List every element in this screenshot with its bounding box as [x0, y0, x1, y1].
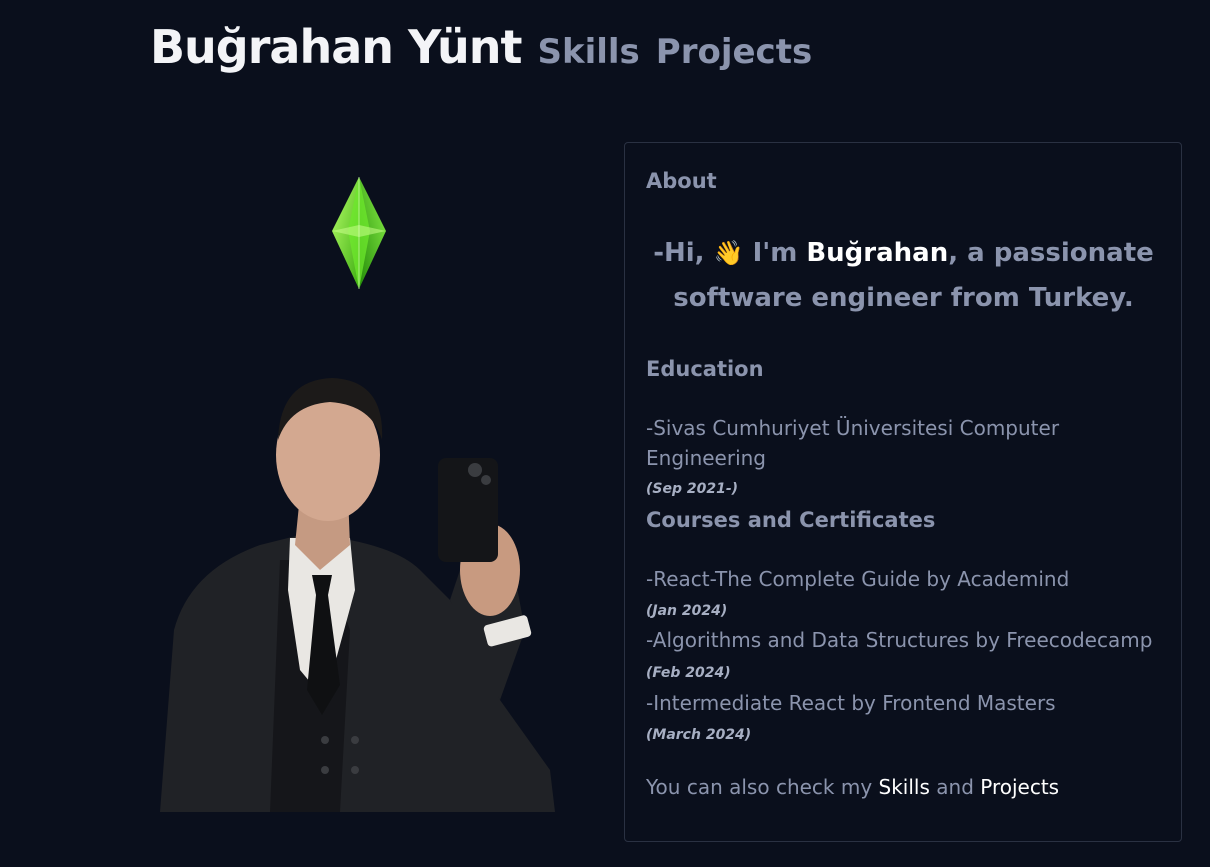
cta-projects-link[interactable]: Projects: [980, 775, 1059, 799]
nav-projects-link[interactable]: Projects: [656, 32, 812, 72]
courses-list: -React-The Complete Guide by Academind (…: [646, 564, 1161, 749]
course-item: -Algorithms and Data Structures by Freec…: [646, 625, 1161, 688]
course-item-date: (March 2024): [646, 727, 752, 743]
course-item-text: -Intermediate React by Frontend Masters: [646, 691, 1056, 715]
course-item: -Intermediate React by Frontend Masters: [646, 688, 1161, 718]
intro-prefix: -Hi,: [653, 238, 714, 268]
courses-title: Courses and Certificates: [646, 508, 936, 532]
education-list: -Sivas Cumhuriyet Üniversitesi Computer …: [646, 413, 1161, 502]
education-item-text: -Sivas Cumhuriyet Üniversitesi Computer …: [646, 416, 1060, 470]
education-item-date: (Sep 2021-): [646, 481, 739, 497]
profile-photo: [160, 378, 555, 812]
about-title: About: [646, 169, 717, 193]
course-item: -React-The Complete Guide by Academind: [646, 564, 1161, 594]
intro-im: I'm: [743, 238, 807, 268]
course-item-date-row: (March 2024): [646, 718, 1161, 749]
course-item-text: -Algorithms and Data Structures by Freec…: [646, 628, 1153, 652]
education-item: -Sivas Cumhuriyet Üniversitesi Computer …: [646, 413, 1161, 473]
cta-and: and: [929, 775, 981, 799]
intro-name: Buğrahan: [806, 238, 949, 268]
cta-text: You can also check my Skills and Project…: [646, 775, 1161, 799]
plumbob-gem-icon: [332, 177, 386, 289]
course-item-text: -React-The Complete Guide by Academind: [646, 567, 1070, 591]
nav-skills-link[interactable]: Skills: [537, 32, 639, 72]
cta-prefix: You can also check my: [646, 775, 879, 799]
cta-skills-link[interactable]: Skills: [879, 775, 930, 799]
education-title: Education: [646, 357, 764, 381]
top-nav: Buğrahan Yünt Skills Projects: [150, 20, 812, 74]
education-item-date-row: (Sep 2021-): [646, 473, 1161, 502]
course-item-date: (Feb 2024): [646, 665, 731, 681]
course-item-date-row: (Jan 2024): [646, 594, 1161, 625]
brand-name[interactable]: Buğrahan Yünt: [150, 20, 522, 74]
about-card: About -Hi, 👋 I'm Buğrahan, a passionate …: [624, 142, 1182, 842]
course-item-date: (Jan 2024): [646, 603, 728, 619]
wave-icon: 👋: [713, 239, 744, 267]
about-intro: -Hi, 👋 I'm Buğrahan, a passionate softwa…: [646, 231, 1161, 321]
